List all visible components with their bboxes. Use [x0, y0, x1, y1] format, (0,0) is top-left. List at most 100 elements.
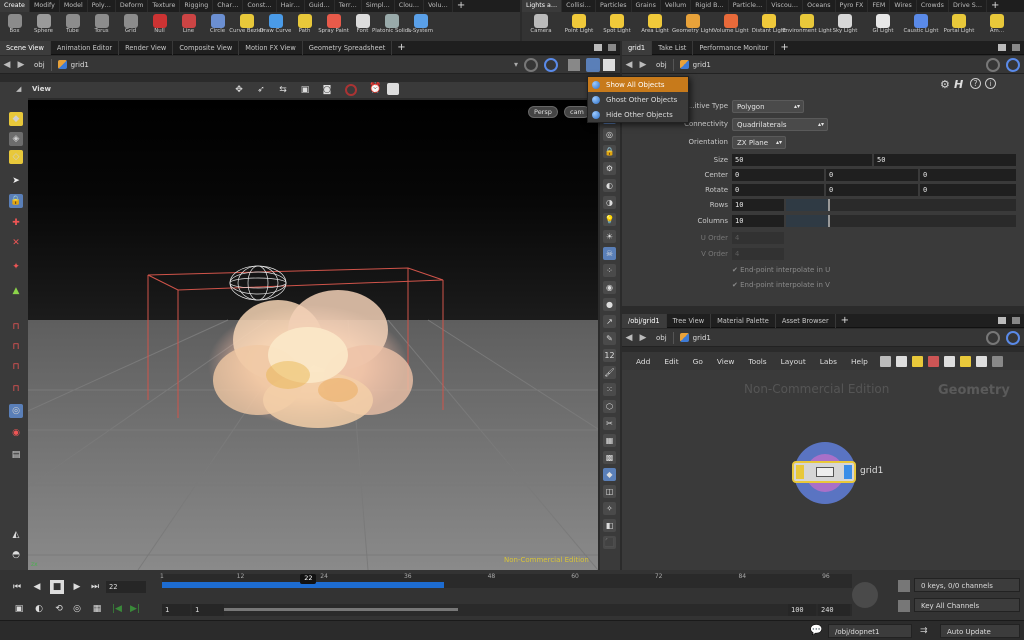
- number-icon[interactable]: 12: [603, 349, 616, 362]
- range-slider[interactable]: [222, 608, 458, 611]
- center-y-field[interactable]: 0: [826, 169, 918, 181]
- network-menu-item[interactable]: View: [717, 357, 735, 366]
- shelf-tab[interactable]: Oceans: [803, 0, 836, 12]
- pane-tab[interactable]: Material Palette: [711, 314, 776, 328]
- pane-maximize-icon[interactable]: [998, 317, 1006, 324]
- shelf-tab[interactable]: Deform: [116, 0, 149, 12]
- link-icon[interactable]: [544, 58, 558, 72]
- real-time-icon[interactable]: ▣: [12, 602, 26, 616]
- display-options-icon[interactable]: [568, 59, 580, 71]
- uv-icon[interactable]: ◫: [603, 485, 616, 498]
- shelf-tab[interactable]: Grains: [632, 0, 661, 12]
- range-start-field[interactable]: 1: [162, 604, 190, 616]
- pane-tab[interactable]: Animation Editor: [51, 41, 120, 55]
- help-icon[interactable]: [991, 355, 1003, 367]
- help-h-icon[interactable]: H: [954, 78, 963, 91]
- menu-ghost-other-objects[interactable]: Ghost Other Objects: [588, 92, 688, 107]
- channels-icon[interactable]: [898, 580, 910, 592]
- visibility-icon[interactable]: ◉: [603, 281, 616, 294]
- network-name[interactable]: obj: [34, 61, 45, 69]
- key-prev-icon[interactable]: |◀: [110, 602, 124, 616]
- lighting-icon[interactable]: ◐: [603, 179, 616, 192]
- add-shelf-tab-icon[interactable]: +: [453, 0, 469, 12]
- network-name[interactable]: obj: [656, 61, 667, 69]
- pose-tool-icon[interactable]: ◇: [9, 150, 23, 164]
- shelf-tool-geometry-light[interactable]: Geometry Light: [672, 12, 714, 41]
- background-image-icon[interactable]: [603, 59, 615, 71]
- columns-field[interactable]: 10: [732, 215, 784, 227]
- gear-icon[interactable]: ⚙: [940, 78, 950, 91]
- node-bypass-flag[interactable]: [796, 465, 804, 479]
- path-breadcrumb[interactable]: obj grid1: [34, 58, 89, 71]
- key-mode-select[interactable]: Key All Channels: [914, 598, 1020, 612]
- shelf-tab[interactable]: Rigid B…: [691, 0, 729, 12]
- shelf-tab[interactable]: Vellum: [661, 0, 692, 12]
- status-path[interactable]: /obj/dopnet1: [828, 624, 912, 638]
- path-dropdown-icon[interactable]: ▾: [514, 60, 518, 69]
- render-settings-icon[interactable]: [387, 83, 399, 95]
- size-x-field[interactable]: 50: [732, 154, 872, 166]
- geometry-icon[interactable]: ◆: [603, 468, 616, 481]
- particles-icon[interactable]: ⁘: [603, 264, 616, 277]
- network-editor[interactable]: Non-Commercial Edition Geometry grid1: [622, 370, 1024, 570]
- pane-tab[interactable]: Performance Monitor: [693, 41, 776, 55]
- shelf-tool-path[interactable]: Path: [290, 12, 319, 41]
- columns-slider[interactable]: [786, 215, 1016, 227]
- shelf-tool-spot-light[interactable]: Spot Light: [598, 12, 636, 41]
- back-arrow-icon[interactable]: ◀: [622, 333, 636, 343]
- grid-view-icon[interactable]: [911, 355, 923, 367]
- interp-v-checkbox[interactable]: ✔ End-point interpolate in V: [732, 281, 830, 289]
- shelf-tool-circle[interactable]: Circle: [203, 12, 232, 41]
- sticky-icon[interactable]: [975, 355, 987, 367]
- audio-icon[interactable]: ◐: [32, 602, 46, 616]
- info-icon[interactable]: i: [985, 78, 996, 89]
- normals-icon[interactable]: ↗: [603, 315, 616, 328]
- select-mode-icon[interactable]: ◆: [9, 112, 23, 126]
- path-breadcrumb[interactable]: obj grid1: [656, 331, 711, 344]
- shelf-tab[interactable]: Pyro FX: [836, 0, 869, 12]
- range-end2-field[interactable]: 240: [818, 604, 850, 616]
- frame-range-bar[interactable]: [162, 604, 852, 616]
- range-start2-field[interactable]: 1: [192, 604, 224, 616]
- pin-icon[interactable]: [986, 58, 1000, 72]
- network-menu-item[interactable]: Layout: [781, 357, 806, 366]
- node-name[interactable]: grid1: [693, 61, 711, 69]
- rotate-z-field[interactable]: 0: [920, 184, 1016, 196]
- size-y-field[interactable]: 50: [874, 154, 1016, 166]
- back-arrow-icon[interactable]: ◀: [622, 60, 636, 70]
- rows-field[interactable]: 10: [732, 199, 784, 211]
- lock-select-icon[interactable]: 🔒: [9, 194, 23, 208]
- menu-show-all-objects[interactable]: Show All Objects: [588, 77, 688, 92]
- update-mode-select[interactable]: Auto Update: [940, 624, 1020, 638]
- forward-arrow-icon[interactable]: ▶: [636, 60, 650, 70]
- current-frame-field[interactable]: 22: [106, 581, 146, 593]
- texture-icon[interactable]: ▩: [603, 451, 616, 464]
- jump-end-icon[interactable]: ⏭: [88, 580, 102, 594]
- point-display-icon[interactable]: ⁙: [603, 383, 616, 396]
- shelf-tool-gi-light[interactable]: GI Light: [864, 12, 902, 41]
- connectivity-select[interactable]: Quadrilaterals ▴▾: [732, 118, 828, 131]
- shelf-tool-sphere[interactable]: Sphere: [29, 12, 58, 41]
- shelf-tool-tube[interactable]: Tube: [58, 12, 87, 41]
- shelf-tool-sky-light[interactable]: Sky Light: [826, 12, 864, 41]
- pane-tab[interactable]: Render View: [119, 41, 174, 55]
- global-settings-icon[interactable]: ▦: [90, 602, 104, 616]
- menu-hide-other-objects[interactable]: Hide Other Objects: [588, 107, 688, 122]
- brush-icon[interactable]: ✎: [603, 332, 616, 345]
- pane-tab[interactable]: Asset Browser: [776, 314, 836, 328]
- network-name[interactable]: obj: [656, 334, 667, 342]
- key-mode-icon[interactable]: [898, 600, 910, 612]
- rotate-tool-icon[interactable]: ✕: [9, 236, 23, 250]
- node-name[interactable]: grid1: [693, 334, 711, 342]
- bone-icon[interactable]: ✧: [603, 502, 616, 515]
- pin-icon[interactable]: [524, 58, 538, 72]
- center-z-field[interactable]: 0: [920, 169, 1016, 181]
- face-icon[interactable]: ⬛: [603, 536, 616, 549]
- network-menu-item[interactable]: Tools: [748, 357, 766, 366]
- camera-tool-icon[interactable]: ◉: [9, 426, 23, 440]
- shelf-tool-curve-bezier[interactable]: Curve Bezier: [229, 12, 264, 41]
- shelf-tool-caustic-light[interactable]: Caustic Light: [902, 12, 940, 41]
- viewport-menu-icon[interactable]: ◢: [16, 85, 21, 93]
- move-tool-icon[interactable]: ✚: [9, 216, 23, 230]
- magnet-tool-3-icon[interactable]: ⊓: [9, 360, 23, 374]
